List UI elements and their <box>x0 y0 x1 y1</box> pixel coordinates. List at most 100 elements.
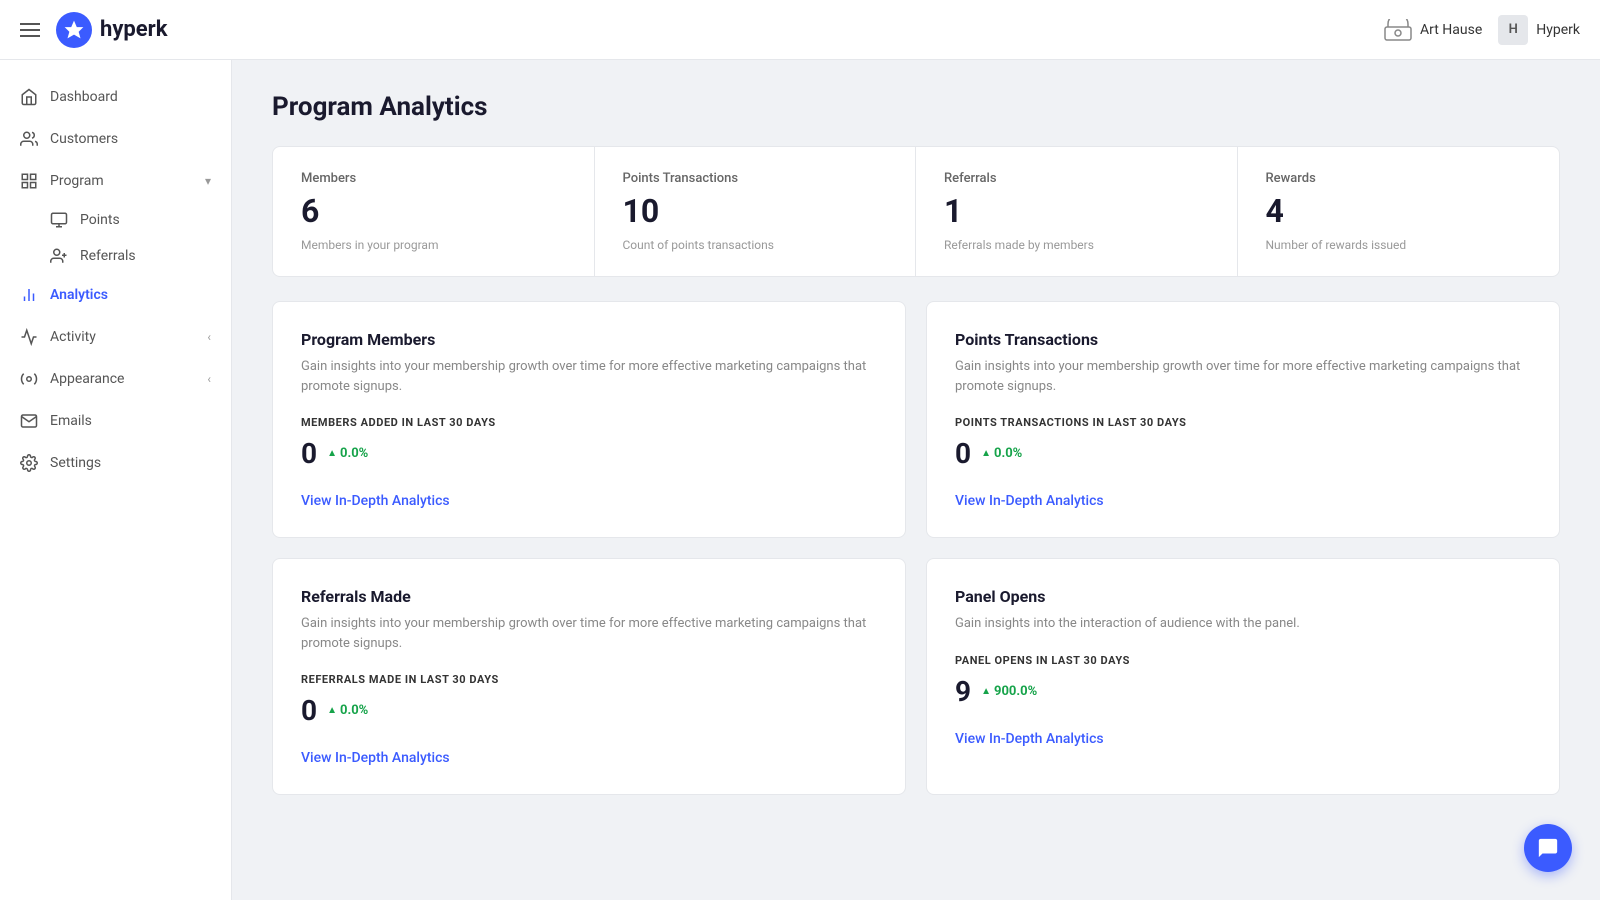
users-icon <box>20 130 38 148</box>
stat-desc: Number of rewards issued <box>1266 238 1532 252</box>
change-badge: ▲ 0.0% <box>981 446 1022 461</box>
logo-text: hyperk <box>100 17 167 42</box>
layout: Dashboard Customers Program ▾ Points <box>0 60 1600 900</box>
stat-card: Points Transactions 10 Count of points t… <box>595 147 917 276</box>
home-icon <box>20 88 38 106</box>
topnav-left: hyperk <box>20 12 167 48</box>
sidebar-item-label: Analytics <box>50 287 108 303</box>
change-badge: ▲ 0.0% <box>327 703 368 718</box>
view-analytics-link[interactable]: View In-Depth Analytics <box>301 750 450 766</box>
sidebar-item-label: Points <box>80 212 120 228</box>
card-desc: Gain insights into your membership growt… <box>301 614 877 653</box>
emails-icon <box>20 412 38 430</box>
stat-desc: Count of points transactions <box>623 238 888 252</box>
sidebar-item-appearance[interactable]: Appearance ‹ <box>0 358 231 400</box>
card-title: Referrals Made <box>301 587 877 606</box>
analytics-card-referrals-made: Referrals Made Gain insights into your m… <box>272 558 906 795</box>
sidebar-item-label: Customers <box>50 131 118 147</box>
stat-value: 10 <box>623 192 888 230</box>
sidebar-item-dashboard[interactable]: Dashboard <box>0 76 231 118</box>
stat-desc: Members in your program <box>301 238 566 252</box>
view-analytics-link[interactable]: View In-Depth Analytics <box>955 731 1104 747</box>
activity-icon <box>20 328 38 346</box>
card-metric-label: REFERRALS MADE IN LAST 30 DAYS <box>301 673 877 686</box>
stat-card: Members 6 Members in your program <box>273 147 595 276</box>
stat-value: 4 <box>1266 192 1532 230</box>
user-badge[interactable]: H Hyperk <box>1498 15 1580 45</box>
user-name: Hyperk <box>1536 22 1580 38</box>
sidebar-item-label: Program <box>50 173 104 189</box>
card-title: Points Transactions <box>955 330 1531 349</box>
analytics-cards-grid: Program Members Gain insights into your … <box>272 301 1560 795</box>
stat-value: 1 <box>944 192 1209 230</box>
card-title: Program Members <box>301 330 877 349</box>
sidebar-item-analytics[interactable]: Analytics <box>0 274 231 316</box>
stat-card: Referrals 1 Referrals made by members <box>916 147 1238 276</box>
card-metric-value: 0 ▲ 0.0% <box>955 437 1531 470</box>
grid-icon <box>20 172 38 190</box>
stats-row: Members 6 Members in your program Points… <box>272 146 1560 277</box>
user-avatar: H <box>1498 15 1528 45</box>
change-badge: ▲ 900.0% <box>981 684 1037 699</box>
stat-desc: Referrals made by members <box>944 238 1209 252</box>
sidebar-item-emails[interactable]: Emails <box>0 400 231 442</box>
store-selector[interactable]: Art Hause <box>1384 19 1482 41</box>
up-arrow-icon: ▲ <box>327 448 337 459</box>
stat-value: 6 <box>301 192 566 230</box>
up-arrow-icon: ▲ <box>327 705 337 716</box>
sidebar-item-label: Settings <box>50 455 101 471</box>
card-title: Panel Opens <box>955 587 1531 606</box>
card-metric-label: PANEL OPENS IN LAST 30 DAYS <box>955 654 1531 667</box>
main-content: Program Analytics Members 6 Members in y… <box>232 60 1600 900</box>
chevron-left-icon: ‹ <box>207 330 211 344</box>
card-desc: Gain insights into the interaction of au… <box>955 614 1531 634</box>
sidebar-item-customers[interactable]: Customers <box>0 118 231 160</box>
analytics-card-panel-opens: Panel Opens Gain insights into the inter… <box>926 558 1560 795</box>
sidebar-item-label: Dashboard <box>50 89 118 105</box>
card-desc: Gain insights into your membership growt… <box>955 357 1531 396</box>
appearance-icon <box>20 370 38 388</box>
referrals-icon <box>50 247 68 265</box>
analytics-card-program-members: Program Members Gain insights into your … <box>272 301 906 538</box>
sidebar-item-label: Appearance <box>50 371 124 387</box>
card-metric-value: 0 ▲ 0.0% <box>301 437 877 470</box>
card-metric-value: 9 ▲ 900.0% <box>955 675 1531 708</box>
sidebar-item-referrals[interactable]: Referrals <box>50 238 231 274</box>
topnav: hyperk Art Hause H Hyperk <box>0 0 1600 60</box>
chevron-left-icon-2: ‹ <box>207 372 211 386</box>
analytics-card-points-transactions: Points Transactions Gain insights into y… <box>926 301 1560 538</box>
stat-card: Rewards 4 Number of rewards issued <box>1238 147 1560 276</box>
topnav-right: Art Hause H Hyperk <box>1384 15 1580 45</box>
logo[interactable]: hyperk <box>56 12 167 48</box>
hamburger-icon[interactable] <box>20 23 40 37</box>
sidebar-item-label: Activity <box>50 329 96 345</box>
points-icon <box>50 211 68 229</box>
settings-icon <box>20 454 38 472</box>
sidebar-item-label: Emails <box>50 413 92 429</box>
card-desc: Gain insights into your membership growt… <box>301 357 877 396</box>
card-metric-value: 0 ▲ 0.0% <box>301 694 877 727</box>
sidebar-item-program[interactable]: Program ▾ <box>0 160 231 202</box>
stat-label: Points Transactions <box>623 171 888 186</box>
change-badge: ▲ 0.0% <box>327 446 368 461</box>
logo-icon <box>56 12 92 48</box>
sidebar-item-activity[interactable]: Activity ‹ <box>0 316 231 358</box>
card-metric-label: MEMBERS ADDED IN LAST 30 DAYS <box>301 416 877 429</box>
chat-button[interactable] <box>1524 824 1572 872</box>
card-metric-label: POINTS TRANSACTIONS IN LAST 30 DAYS <box>955 416 1531 429</box>
view-analytics-link[interactable]: View In-Depth Analytics <box>955 493 1104 509</box>
stat-label: Referrals <box>944 171 1209 186</box>
up-arrow-icon: ▲ <box>981 686 991 697</box>
sidebar-item-points[interactable]: Points <box>50 202 231 238</box>
sidebar-item-label: Referrals <box>80 248 136 264</box>
stat-label: Members <box>301 171 566 186</box>
analytics-icon <box>20 286 38 304</box>
page-title: Program Analytics <box>272 92 1560 122</box>
store-name: Art Hause <box>1420 22 1482 38</box>
sidebar: Dashboard Customers Program ▾ Points <box>0 60 232 900</box>
stat-label: Rewards <box>1266 171 1532 186</box>
sidebar-item-settings[interactable]: Settings <box>0 442 231 484</box>
up-arrow-icon: ▲ <box>981 448 991 459</box>
sidebar-sub-program: Points Referrals <box>0 202 231 274</box>
view-analytics-link[interactable]: View In-Depth Analytics <box>301 493 450 509</box>
